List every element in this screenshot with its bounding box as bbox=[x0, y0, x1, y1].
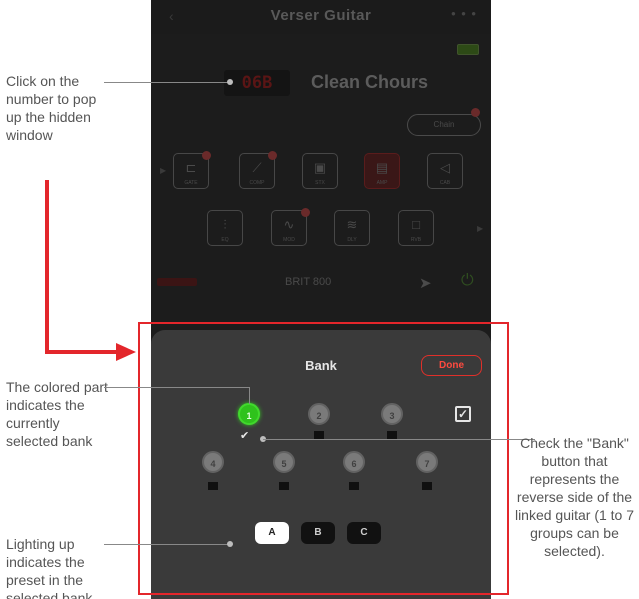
leader-dot bbox=[227, 79, 233, 85]
eq-icon: ⫶ bbox=[223, 217, 227, 232]
top-bar: ‹ Verser Guitar • • • bbox=[151, 0, 491, 34]
module-label: GATE bbox=[184, 180, 198, 186]
module-cab[interactable]: ◁ CAB bbox=[427, 153, 463, 189]
annotation-click-number: Click on the number to pop up the hidden… bbox=[6, 73, 97, 143]
battery-icon bbox=[457, 44, 479, 55]
more-icon[interactable]: • • • bbox=[451, 6, 477, 21]
module-badge bbox=[202, 151, 211, 160]
gate-icon: ⊏ bbox=[185, 160, 197, 175]
leader-line bbox=[263, 439, 535, 440]
left-arrow-icon[interactable]: ▶ bbox=[160, 166, 166, 175]
module-label: AMP bbox=[376, 180, 388, 186]
module-label: MOD bbox=[283, 237, 295, 243]
module-label: DLY bbox=[347, 237, 357, 243]
module-dly[interactable]: ≋ DLY bbox=[334, 210, 370, 246]
arrow-head-icon bbox=[116, 343, 136, 361]
annotation-lighting-up: Lighting up indicates the preset in the … bbox=[6, 536, 93, 599]
chain-button[interactable]: Chain bbox=[407, 114, 481, 136]
annotation-check-bank: Check the "Bank" button that represents … bbox=[514, 435, 635, 559]
module-label: COMP bbox=[249, 180, 265, 186]
module-amp[interactable]: ▤ AMP bbox=[364, 153, 400, 189]
preset-number[interactable]: 06B bbox=[224, 70, 290, 96]
amp-icon: ▤ bbox=[375, 160, 389, 175]
rvb-icon: □ bbox=[412, 217, 420, 232]
highlight-frame bbox=[138, 322, 509, 595]
module-label: STX bbox=[315, 180, 325, 186]
mod-icon: ∿ bbox=[283, 217, 295, 232]
leader-line bbox=[104, 387, 249, 388]
stx-icon: ▣ bbox=[313, 160, 327, 175]
preset-name: Clean Chours bbox=[311, 72, 429, 92]
dly-icon: ≋ bbox=[346, 217, 358, 232]
arrow-line-vertical bbox=[45, 180, 49, 352]
leader-line bbox=[104, 82, 230, 83]
module-badge bbox=[268, 151, 277, 160]
chain-label: Chain bbox=[433, 120, 455, 129]
module-stx[interactable]: ▣ STX bbox=[302, 153, 338, 189]
module-badge bbox=[301, 208, 310, 217]
leader-dot bbox=[227, 541, 233, 547]
send-icon[interactable]: ➤ bbox=[419, 274, 432, 292]
leader-line bbox=[249, 387, 250, 404]
leader-line bbox=[104, 544, 230, 545]
module-rvb[interactable]: □ RVB bbox=[398, 210, 434, 246]
right-arrow-icon[interactable]: ▶ bbox=[477, 224, 483, 233]
chain-badge bbox=[471, 108, 480, 117]
cab-icon: ◁ bbox=[440, 160, 450, 175]
app-title: Verser Guitar bbox=[270, 7, 372, 24]
module-label: EQ bbox=[221, 237, 229, 243]
module-eq[interactable]: ⫶ EQ bbox=[207, 210, 243, 246]
arrow-line-horizontal bbox=[45, 350, 119, 354]
annotation-colored-part: The colored part indicates the currently… bbox=[6, 379, 108, 449]
module-label: RVB bbox=[410, 237, 422, 243]
tuner-indicator bbox=[157, 278, 197, 286]
amp-model-name: BRIT 800 bbox=[285, 276, 332, 288]
power-icon[interactable]: ⏻ bbox=[461, 272, 474, 290]
comp-icon: ⟋ bbox=[252, 160, 262, 175]
module-label: CAB bbox=[439, 180, 451, 186]
